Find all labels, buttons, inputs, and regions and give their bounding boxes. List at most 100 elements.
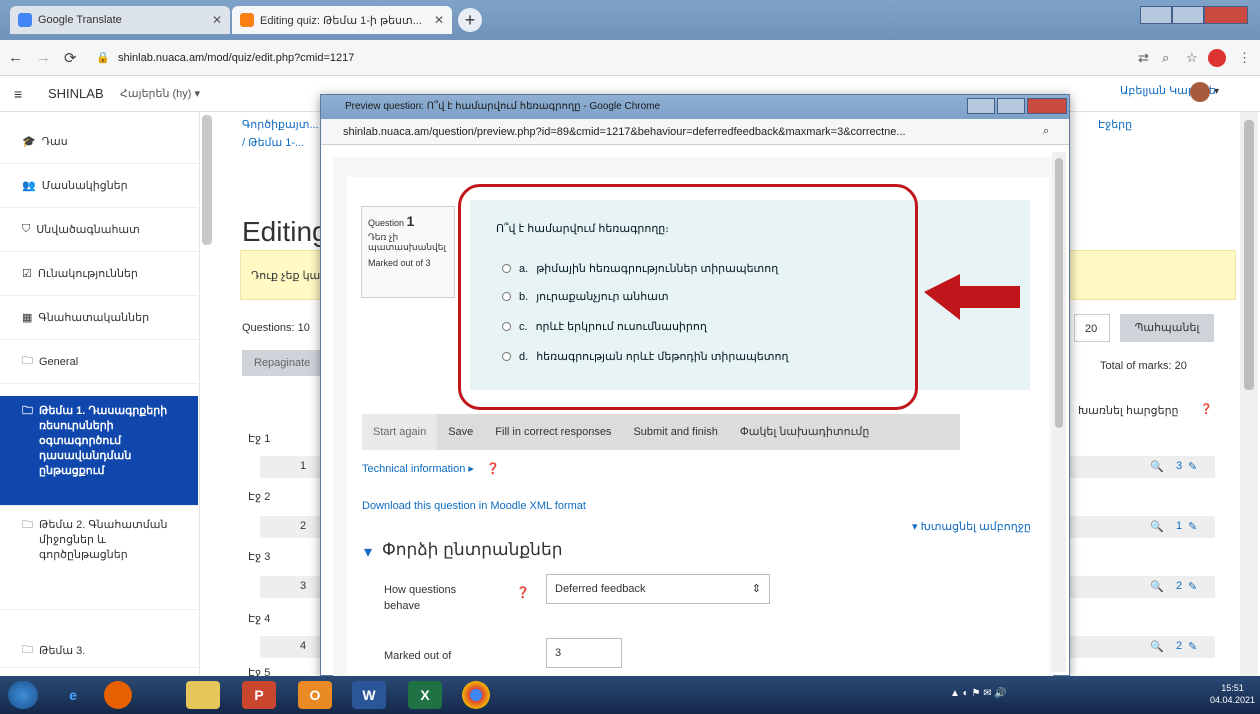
profile-avatar-icon[interactable] <box>1208 49 1226 67</box>
avatar[interactable] <box>1190 82 1210 102</box>
download-xml-link[interactable]: Download this question in Moodle XML for… <box>362 500 586 512</box>
tab-editing-quiz[interactable]: Editing quiz: Թեմա 1-ի թեստ... ✕ <box>232 6 452 34</box>
google-translate-icon <box>18 13 32 27</box>
popup-url-field[interactable]: shinlab.nuaca.am/question/preview.php?id… <box>321 119 1069 145</box>
word-icon[interactable]: W <box>352 681 386 709</box>
minimize-button[interactable] <box>967 98 995 114</box>
edit-pencil-icon[interactable]: ✎ <box>1188 580 1197 593</box>
help-icon[interactable]: ❓ <box>516 586 530 599</box>
lock-icon: 🔒 <box>96 52 110 64</box>
firefox-icon[interactable] <box>104 681 132 709</box>
chevron-down-icon[interactable]: ▾ <box>1214 86 1219 97</box>
edit-pencil-icon[interactable]: ✎ <box>1188 460 1197 473</box>
question-mark[interactable]: 1 <box>1176 520 1182 532</box>
preview-icon[interactable]: 🔍 <box>1150 580 1164 593</box>
fill-correct-button[interactable]: Fill in correct responses <box>484 414 622 450</box>
address-bar-row: ← → ⟳ 🔒 shinlab.nuaca.am/mod/quiz/edit.p… <box>0 40 1260 76</box>
folder-icon: 🗀 <box>22 644 33 656</box>
preview-icon[interactable]: 🔍 <box>1150 520 1164 533</box>
chrome-icon[interactable] <box>462 681 490 709</box>
system-tray: ▲ ◐ ⚑ ✉ 🔊 <box>950 688 1007 699</box>
help-icon[interactable]: ❓ <box>1200 404 1212 415</box>
breadcrumb-current[interactable]: / Թեմա 1-... <box>242 136 304 149</box>
powerpoint-icon[interactable]: P <box>242 681 276 709</box>
folder-icon: 🗀 <box>22 355 33 367</box>
excel-icon[interactable]: X <box>408 681 442 709</box>
expand-all-link[interactable]: ▾ Խտացնել ամբողջը <box>912 520 1031 533</box>
start-again-button[interactable]: Start again <box>362 414 438 450</box>
page-label: Էջ 1 <box>248 433 271 445</box>
question-status: Դեռ չի պատասխանվել <box>368 232 446 252</box>
new-tab-button[interactable]: + <box>458 8 482 32</box>
technical-info-link[interactable]: Technical information ▸ <box>362 462 474 475</box>
drawer-item-competencies[interactable]: ☑ Ունակություններ <box>0 252 198 296</box>
breadcrumb[interactable]: Գործիքայտ... <box>242 118 319 131</box>
file-explorer-icon[interactable] <box>186 681 220 709</box>
minimize-button[interactable] <box>1140 6 1172 24</box>
maximize-button[interactable] <box>997 98 1025 114</box>
breadcrumb-right[interactable]: Էջերը <box>1098 118 1132 131</box>
shuffle-label: Խառնել հարցերը <box>1078 405 1179 417</box>
popup-scrollbar[interactable] <box>1052 152 1066 672</box>
maximize-button[interactable] <box>1172 6 1204 24</box>
drawer-item-topic-2[interactable]: 🗀 Թեմա 2. Գնահատման միջոցներ և գործընթացն… <box>0 510 198 610</box>
tab-title: Editing quiz: Թեմա 1-ի թեստ... <box>260 14 422 27</box>
marked-out-input[interactable]: 3 <box>546 638 622 668</box>
drawer-item-topic-3[interactable]: 🗀 Թեմա 3. <box>0 634 198 668</box>
close-tab-icon[interactable]: ✕ <box>212 13 222 27</box>
language-menu[interactable]: Հայերեն (hy) ▾ <box>120 87 200 100</box>
submit-finish-button[interactable]: Submit and finish <box>622 414 728 450</box>
table-icon: ▦ <box>22 312 33 324</box>
close-preview-button[interactable]: Փակել նախադիտումը <box>729 414 880 450</box>
popup-title-bar: Preview question: Ո՞վ է համարվում հեռագր… <box>321 95 1069 119</box>
clock[interactable]: 15:51 04.04.2021 <box>1210 682 1255 706</box>
close-window-button[interactable] <box>1027 98 1067 114</box>
bookmark-star-icon[interactable]: ☆ <box>1186 50 1198 66</box>
save-button[interactable]: Save <box>437 414 484 450</box>
hamburger-icon[interactable]: ≡ <box>14 86 22 102</box>
max-grade-input[interactable]: 20 <box>1074 314 1110 342</box>
site-brand[interactable]: SHINLAB <box>48 86 104 101</box>
edit-pencil-icon[interactable]: ✎ <box>1188 520 1197 533</box>
reload-icon[interactable]: ⟳ <box>64 49 77 67</box>
question-mark[interactable]: 3 <box>1176 460 1182 472</box>
zoom-icon[interactable]: ⌕ <box>1162 50 1169 66</box>
question-mark[interactable]: 2 <box>1176 640 1182 652</box>
zoom-icon[interactable]: ⌕ <box>1043 125 1049 138</box>
windows-taskbar: e P O W X ▲ ◐ ⚑ ✉ 🔊 15:51 04.04.2021 <box>0 676 1260 714</box>
drawer-item-topic-1[interactable]: 🗀 Թեմա 1. Դասագրքերի ռեսուրսների օգտագործ… <box>0 396 198 506</box>
behaviour-select[interactable]: Deferred feedback ⇕ <box>546 574 770 604</box>
browser-tab-bar: Google Translate ✕ Editing quiz: Թեմա 1-… <box>0 0 1260 40</box>
translate-icon[interactable]: ⇄ <box>1138 50 1149 66</box>
forward-icon[interactable]: → <box>36 49 51 66</box>
highlight-annotation-box <box>458 184 918 410</box>
close-tab-icon[interactable]: ✕ <box>434 13 444 27</box>
close-window-button[interactable] <box>1204 6 1248 24</box>
question-mark[interactable]: 2 <box>1176 580 1182 592</box>
page-label: Էջ 3 <box>248 551 271 563</box>
edit-pencil-icon[interactable]: ✎ <box>1188 640 1197 653</box>
drawer-item-participants[interactable]: 👥 Մասնակիցներ <box>0 164 198 208</box>
tab-google-translate[interactable]: Google Translate ✕ <box>10 6 230 34</box>
url-field[interactable]: shinlab.nuaca.am/mod/quiz/edit.php?cmid=… <box>118 47 978 69</box>
save-button[interactable]: Պահպանել <box>1120 314 1214 342</box>
preview-icon[interactable]: 🔍 <box>1150 640 1164 653</box>
internet-explorer-icon[interactable]: e <box>56 681 90 709</box>
drawer-item-grades[interactable]: ▦ Գնահատականներ <box>0 296 198 340</box>
start-button[interactable] <box>8 681 38 709</box>
drawer-item-course[interactable]: 🎓 Դաս <box>0 120 198 164</box>
preview-icon[interactable]: 🔍 <box>1150 460 1164 473</box>
help-icon[interactable]: ❓ <box>486 462 500 475</box>
select-arrows-icon: ⇕ <box>751 583 761 595</box>
collapse-chevron-icon[interactable]: ▾ <box>364 542 372 562</box>
repaginate-button[interactable]: Repaginate <box>242 350 322 376</box>
outlook-icon[interactable]: O <box>298 681 332 709</box>
back-icon[interactable]: ← <box>8 49 23 66</box>
page-scrollbar[interactable] <box>1240 112 1258 676</box>
menu-dots-icon[interactable]: ⋮ <box>1238 50 1251 66</box>
drawer-item-general[interactable]: 🗀 General <box>0 340 198 384</box>
drawer-item-badges[interactable]: ⛉ Սնվածագնահատ <box>0 208 198 252</box>
drawer-scrollbar[interactable] <box>202 115 212 245</box>
moodle-icon <box>240 13 254 27</box>
question-info-box: Question 1 Դեռ չի պատասխանվել Marked out… <box>361 206 455 298</box>
